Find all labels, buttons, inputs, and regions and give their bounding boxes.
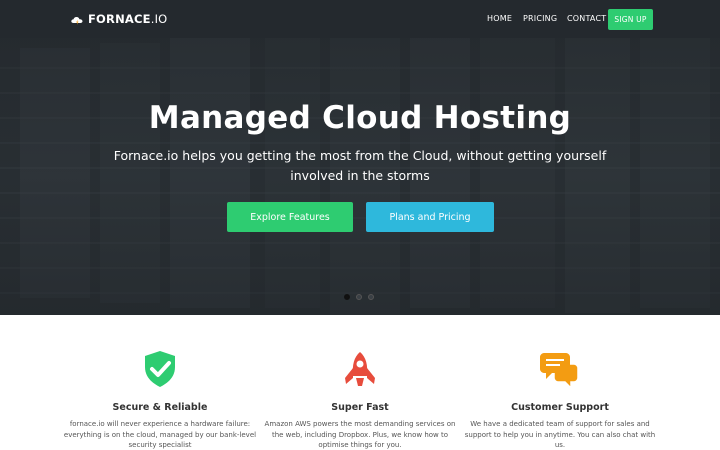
plans-pricing-button[interactable]: Plans and Pricing	[366, 202, 494, 232]
carousel-dot-2[interactable]	[356, 294, 362, 300]
feature-description: Amazon AWS powers the most demanding ser…	[264, 420, 456, 449]
nav-link-contact[interactable]: CONTACT	[567, 14, 606, 23]
feature-title: Secure & Reliable	[112, 402, 208, 413]
carousel-dot-1[interactable]	[344, 294, 350, 300]
chat-bubbles-icon	[540, 353, 579, 390]
navbar: FORNACE.IO HOME PRICING CONTACT SIGN UP	[0, 0, 720, 38]
fire-cloud-icon	[71, 17, 83, 25]
explore-features-button[interactable]: Explore Features	[227, 202, 353, 232]
feature-fast: Super Fast Amazon AWS powers the most de…	[260, 350, 460, 449]
carousel-dot-3[interactable]	[368, 294, 374, 300]
hero-title: Managed Cloud Hosting	[148, 100, 572, 136]
feature-description: fornace.io will never experience a hardw…	[63, 420, 257, 449]
feature-secure: Secure & Reliable fornace.io will never …	[60, 350, 260, 449]
feature-title: Customer Support	[511, 402, 609, 413]
feature-support: Customer Support We have a dedicated tea…	[460, 350, 660, 449]
feature-description: We have a dedicated team of support for …	[464, 420, 656, 449]
brand-name-bold: FORNACE	[88, 12, 151, 26]
carousel-indicators	[344, 294, 374, 300]
brand-logo[interactable]: FORNACE.IO	[70, 11, 167, 27]
rocket-icon	[345, 352, 375, 386]
sign-up-button[interactable]: SIGN UP	[608, 9, 653, 30]
shield-check-icon	[145, 351, 175, 387]
nav-link-pricing[interactable]: PRICING	[523, 14, 557, 23]
hero-section: Managed Cloud Hosting Fornace.io helps y…	[0, 38, 720, 315]
feature-title: Super Fast	[331, 402, 389, 413]
brand-name-suffix: .IO	[150, 12, 168, 26]
hero-subtitle: Fornace.io helps you getting the most fr…	[113, 148, 607, 183]
nav-link-home[interactable]: HOME	[487, 14, 512, 23]
brand-name: FORNACE.IO	[88, 12, 167, 26]
